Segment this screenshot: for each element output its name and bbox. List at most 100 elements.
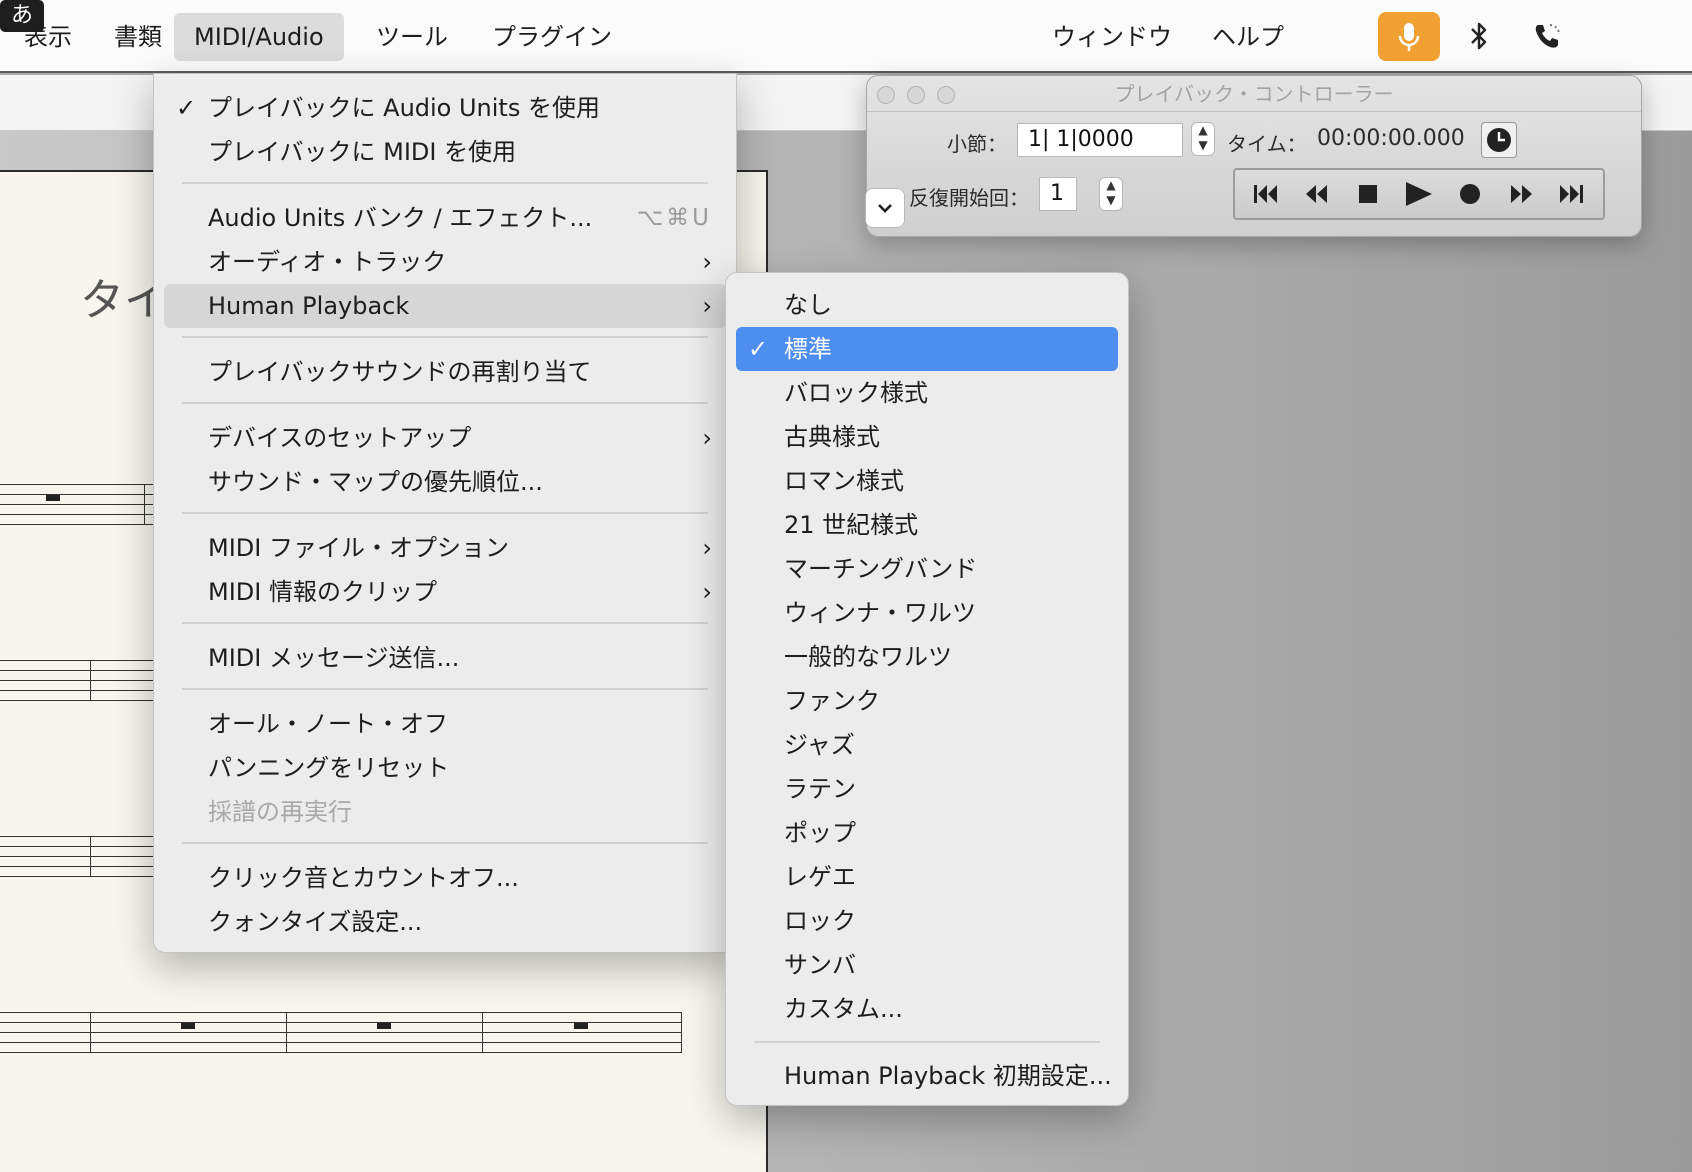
menu-item-label: ロマン様式: [784, 467, 904, 495]
submenu-item-reggae[interactable]: レゲエ: [736, 855, 1118, 899]
menu-plugins[interactable]: プラグイン: [482, 13, 622, 61]
menu-item-label: なし: [784, 291, 832, 319]
menu-bar: 表示 書類 MIDI/Audio ツール プラグイン ウィンドウ ヘルプ あ: [0, 0, 1692, 73]
menu-item-use-midi[interactable]: プレイバックに MIDI を使用: [164, 130, 726, 174]
fast-forward-icon[interactable]: [1501, 174, 1541, 214]
menu-item-quantize-settings[interactable]: クォンタイズ設定...: [164, 900, 726, 944]
menu-separator: [182, 512, 708, 514]
menu-view[interactable]: 表示: [14, 13, 82, 61]
menu-tools[interactable]: ツール: [366, 13, 458, 61]
menu-item-label: ウィンナ・ワルツ: [784, 599, 976, 627]
menu-midi-audio[interactable]: MIDI/Audio: [174, 13, 344, 61]
menu-item-label: バロック様式: [784, 379, 928, 407]
menu-window[interactable]: ウィンドウ: [1044, 13, 1180, 61]
clock-icon[interactable]: [1481, 122, 1517, 158]
menu-item-label: パンニングをリセット: [208, 754, 450, 782]
menu-help[interactable]: ヘルプ: [1204, 13, 1292, 61]
menu-item-label: 採譜の再実行: [208, 798, 352, 826]
menu-item-label: Human Playback 初期設定...: [784, 1062, 1112, 1090]
menu-item-use-audio-units[interactable]: ✓ プレイバックに Audio Units を使用: [164, 86, 726, 130]
submenu-item-romantic[interactable]: ロマン様式: [736, 459, 1118, 503]
menu-separator: [182, 622, 708, 624]
menu-item-label: プレイバックに Audio Units を使用: [208, 94, 600, 122]
transport-controls: [1233, 168, 1605, 220]
submenu-item-human-playback-preferences[interactable]: Human Playback 初期設定...: [736, 1054, 1118, 1098]
chevron-right-icon: ›: [702, 424, 712, 452]
chevron-right-icon: ›: [702, 292, 712, 320]
menu-item-sound-map-priority[interactable]: サウンド・マップの優先順位...: [164, 460, 726, 504]
measure-label: 小節：: [947, 132, 1007, 156]
menu-item-label: オール・ノート・オフ: [208, 710, 448, 738]
skip-to-end-icon[interactable]: [1551, 174, 1591, 214]
play-icon[interactable]: [1399, 174, 1439, 214]
menu-separator: [182, 336, 708, 338]
time-readout: 00:00:00.000: [1317, 126, 1465, 151]
submenu-item-pop[interactable]: ポップ: [736, 811, 1118, 855]
menu-item-reassign-sounds[interactable]: プレイバックサウンドの再割り当て: [164, 350, 726, 394]
menu-item-label: デバイスのセットアップ: [208, 424, 472, 452]
submenu-item-viennese-waltz[interactable]: ウィンナ・ワルツ: [736, 591, 1118, 635]
menu-item-device-setup[interactable]: デバイスのセットアップ ›: [164, 416, 726, 460]
menu-item-audio-tracks[interactable]: オーディオ・トラック ›: [164, 240, 726, 284]
menu-separator: [182, 842, 708, 844]
menu-item-label: Human Playback: [208, 292, 410, 320]
submenu-item-latin[interactable]: ラテン: [736, 767, 1118, 811]
menu-document[interactable]: 書類: [104, 13, 172, 61]
repeat-start-label: 反復開始回：: [909, 186, 1029, 210]
submenu-item-rock[interactable]: ロック: [736, 899, 1118, 943]
menu-item-label: ロック: [784, 907, 856, 935]
submenu-item-samba[interactable]: サンバ: [736, 943, 1118, 987]
menu-separator: [182, 402, 708, 404]
microphone-icon[interactable]: [1378, 12, 1440, 61]
menu-item-label: レゲエ: [784, 863, 856, 891]
submenu-item-jazz[interactable]: ジャズ: [736, 723, 1118, 767]
menu-item-label: Audio Units バンク / エフェクト...: [208, 204, 593, 232]
menu-item-send-midi-message[interactable]: MIDI メッセージ送信...: [164, 636, 726, 680]
skip-to-start-icon[interactable]: [1246, 174, 1286, 214]
rewind-icon[interactable]: [1297, 174, 1337, 214]
submenu-item-funk[interactable]: ファンク: [736, 679, 1118, 723]
chevron-right-icon: ›: [702, 248, 712, 276]
measure-field[interactable]: 1| 1|0000: [1017, 123, 1183, 157]
repeat-start-stepper[interactable]: ▲ ▼: [1099, 177, 1123, 211]
submenu-item-general-waltz[interactable]: 一般的なワルツ: [736, 635, 1118, 679]
menu-separator: [182, 182, 708, 184]
submenu-item-marching-band[interactable]: マーチングバンド: [736, 547, 1118, 591]
menu-item-label: プレイバックに MIDI を使用: [208, 138, 517, 166]
menu-item-all-notes-off[interactable]: オール・ノート・オフ: [164, 702, 726, 746]
phone-icon[interactable]: [1528, 12, 1566, 60]
menu-item-label: 古典様式: [784, 423, 880, 451]
menu-item-label: クォンタイズ設定...: [208, 908, 423, 936]
bluetooth-icon[interactable]: [1462, 12, 1496, 60]
menu-item-label: ポップ: [784, 819, 856, 847]
chevron-down-icon[interactable]: [865, 188, 905, 228]
menu-item-retranscribe: 採譜の再実行: [164, 790, 726, 834]
submenu-item-baroque[interactable]: バロック様式: [736, 371, 1118, 415]
menu-item-human-playback[interactable]: Human Playback ›: [164, 284, 726, 328]
menu-item-label: サンバ: [784, 951, 856, 979]
repeat-start-field[interactable]: 1: [1039, 177, 1077, 211]
menu-item-label: カスタム...: [784, 995, 903, 1023]
submenu-item-standard[interactable]: ✓ 標準: [736, 327, 1118, 371]
menu-item-label: MIDI メッセージ送信...: [208, 644, 460, 672]
menu-item-audio-units-banks[interactable]: Audio Units バンク / エフェクト... ⌥⌘U: [164, 196, 726, 240]
submenu-item-21st-century[interactable]: 21 世紀様式: [736, 503, 1118, 547]
submenu-item-custom[interactable]: カスタム...: [736, 987, 1118, 1031]
human-playback-submenu: なし ✓ 標準 バロック様式 古典様式 ロマン様式 21 世紀様式 マーチングバ…: [725, 272, 1129, 1106]
submenu-item-classical[interactable]: 古典様式: [736, 415, 1118, 459]
menu-item-click-and-countoff[interactable]: クリック音とカウントオフ...: [164, 856, 726, 900]
measure-stepper[interactable]: ▲ ▼: [1191, 122, 1215, 156]
playback-controller-window: プレイバック・コントローラー 小節： 1| 1|0000 ▲ ▼ タイム： 00:…: [865, 75, 1642, 237]
menu-item-label: 一般的なワルツ: [784, 643, 952, 671]
menu-item-midi-file-options[interactable]: MIDI ファイル・オプション ›: [164, 526, 726, 570]
menu-item-reset-panning[interactable]: パンニングをリセット: [164, 746, 726, 790]
record-icon[interactable]: [1450, 174, 1490, 214]
keyboard-shortcut: ⌥⌘U: [636, 205, 712, 231]
stop-icon[interactable]: [1348, 174, 1388, 214]
menu-item-label: クリック音とカウントオフ...: [208, 864, 519, 892]
window-title: プレイバック・コントローラー: [867, 76, 1641, 112]
menu-item-midi-clips[interactable]: MIDI 情報のクリップ ›: [164, 570, 726, 614]
menu-separator: [182, 688, 708, 690]
submenu-item-none[interactable]: なし: [736, 283, 1118, 327]
menu-item-label: ジャズ: [784, 731, 855, 759]
